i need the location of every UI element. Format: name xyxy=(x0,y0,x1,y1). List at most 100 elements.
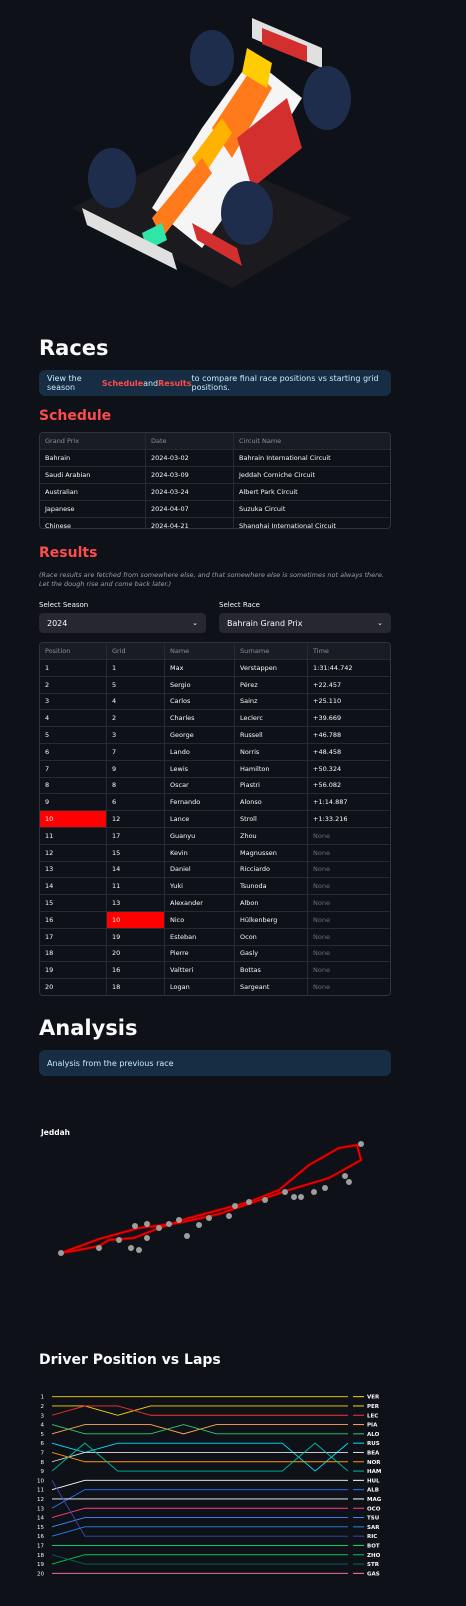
results-row: 3 4 Carlos Sainz +25.110 xyxy=(40,693,390,711)
legend-label: MAG xyxy=(367,1497,382,1503)
corner-marker xyxy=(184,1233,190,1239)
cell-position: 12 xyxy=(40,844,107,861)
legend-label: HAM xyxy=(367,1469,381,1475)
col-date[interactable]: Date xyxy=(146,433,234,449)
cell-surname: Hülkenberg xyxy=(235,911,308,928)
y-tick-label: 10 xyxy=(37,1478,44,1484)
results-row: 1 1 Max Verstappen 1:31:44.742 xyxy=(40,660,390,677)
y-tick-label: 15 xyxy=(37,1525,44,1531)
cell-time: None xyxy=(313,932,330,941)
results-row: 7 9 Lewis Hamilton +50.324 xyxy=(40,760,390,778)
col-circuit-name[interactable]: Circuit Name xyxy=(234,433,390,449)
cell-grand-prix: Saudi Arabian xyxy=(40,467,146,483)
cell-grid: 4 xyxy=(107,693,165,710)
col-position[interactable]: Position xyxy=(40,643,107,659)
cell-surname: Sargeant xyxy=(235,979,308,995)
cell-time: +22.457 xyxy=(313,680,342,689)
season-select[interactable]: 2024 ⌄ xyxy=(39,613,206,633)
cell-time: +39.669 xyxy=(313,714,342,723)
cell-name: Esteban xyxy=(165,928,235,945)
cell-surname: Alonso xyxy=(235,794,308,811)
results-row: 18 20 Pierre Gasly None xyxy=(40,945,390,963)
legend-label: BEA xyxy=(367,1450,380,1456)
cell-name: Guanyu xyxy=(165,827,235,844)
col-grand-prix[interactable]: Grand Prix xyxy=(40,433,146,449)
corner-marker xyxy=(196,1222,202,1228)
cell-grid: 11 xyxy=(107,878,165,895)
y-tick-label: 8 xyxy=(41,1460,45,1466)
cell-position: 8 xyxy=(40,777,107,794)
col-surname[interactable]: Surname xyxy=(235,643,308,659)
results-row: 19 16 Valtteri Bottas None xyxy=(40,962,390,980)
cell-circuit-name: Shanghai International Circuit xyxy=(239,522,336,529)
series-line-per xyxy=(52,1405,348,1416)
legend-label: SAR xyxy=(367,1525,380,1531)
cell-name: Charles xyxy=(165,710,235,727)
series-line-hul xyxy=(51,1479,348,1491)
results-row: 8 8 Oscar Piastri +56.082 xyxy=(40,777,390,795)
corner-marker xyxy=(206,1215,212,1221)
cell-time: None xyxy=(313,899,330,908)
series-line-sar xyxy=(51,1526,348,1537)
corner-marker xyxy=(232,1203,238,1209)
cell-grid: 2 xyxy=(107,710,165,727)
legend-label: ZHO xyxy=(367,1553,381,1559)
col-grid[interactable]: Grid xyxy=(107,643,165,659)
cell-position: 7 xyxy=(40,760,107,777)
info-text-pre: View the season xyxy=(47,374,82,392)
cell-surname: Norris xyxy=(235,743,308,760)
col-time[interactable]: Time xyxy=(308,643,390,659)
cell-name: Max xyxy=(165,660,235,676)
cell-surname: Ocon xyxy=(235,928,308,945)
season-select-value: 2024 xyxy=(47,618,68,628)
legend-label: GAS xyxy=(367,1571,380,1577)
cell-time: +1:14.887 xyxy=(313,798,348,807)
cell-name: Lando xyxy=(165,743,235,760)
legend-label: PER xyxy=(367,1404,380,1410)
legend-label: RIC xyxy=(367,1534,377,1540)
col-name[interactable]: Name xyxy=(165,643,235,659)
y-tick-label: 2 xyxy=(41,1404,45,1410)
cell-grid: 1 xyxy=(107,660,165,676)
cell-grand-prix: Chinese xyxy=(40,518,146,528)
schedule-heading: Schedule xyxy=(39,408,112,424)
results-table[interactable]: Position Grid Name Surname Time 1 1 Max Ver… xyxy=(39,642,391,996)
corner-marker xyxy=(176,1217,182,1223)
cell-time: +48.458 xyxy=(313,747,342,756)
cell-time: +25.110 xyxy=(313,697,342,706)
results-row: 16 10 Nico Hülkenberg None xyxy=(40,911,390,929)
cell-grid: 3 xyxy=(107,727,165,743)
legend-label: STR xyxy=(367,1562,380,1568)
results-row: 9 6 Fernando Alonso +1:14.887 xyxy=(40,794,390,812)
legend-label: NOR xyxy=(367,1460,381,1466)
series-line-zho xyxy=(51,1554,348,1565)
corner-marker xyxy=(226,1213,232,1219)
results-note: (Race results are fetched from somewhere… xyxy=(39,571,384,588)
cell-name: Kevin xyxy=(165,844,235,861)
cell-circuit-name: Albert Park Circuit xyxy=(239,488,298,496)
y-tick-label: 3 xyxy=(41,1413,45,1419)
corner-marker xyxy=(311,1189,317,1195)
cell-time: +1:33.216 xyxy=(313,815,348,824)
cell-grand-prix: Bahrain xyxy=(40,450,146,466)
cell-date: 2024-03-09 xyxy=(146,467,234,483)
results-row: 17 19 Esteban Ocon None xyxy=(40,928,390,946)
y-tick-label: 20 xyxy=(37,1571,44,1577)
results-row: 10 12 Lance Stroll +1:33.216 xyxy=(40,811,390,828)
corner-marker xyxy=(144,1221,150,1227)
legend-label: BOT xyxy=(367,1543,380,1549)
schedule-row: Bahrain 2024-03-02 Bahrain International C… xyxy=(40,450,390,467)
y-tick-label: 14 xyxy=(37,1516,44,1522)
y-tick-label: 18 xyxy=(37,1553,44,1559)
cell-surname: Pérez xyxy=(235,676,308,693)
schedule-header-row: Grand Prix Date Circuit Name xyxy=(40,433,390,450)
cell-name: Oscar xyxy=(165,777,235,794)
race-select[interactable]: Bahrain Grand Prix ⌄ xyxy=(219,613,391,633)
schedule-table[interactable]: Grand Prix Date Circuit Name Bahrain 2024… xyxy=(39,432,391,529)
race-select-value: Bahrain Grand Prix xyxy=(227,618,303,628)
cell-date: 2024-04-21 xyxy=(146,518,234,528)
corner-marker xyxy=(346,1179,352,1185)
cell-time: None xyxy=(313,983,330,992)
cell-position: 2 xyxy=(40,676,107,693)
info-results-highlight: Results xyxy=(158,378,192,388)
